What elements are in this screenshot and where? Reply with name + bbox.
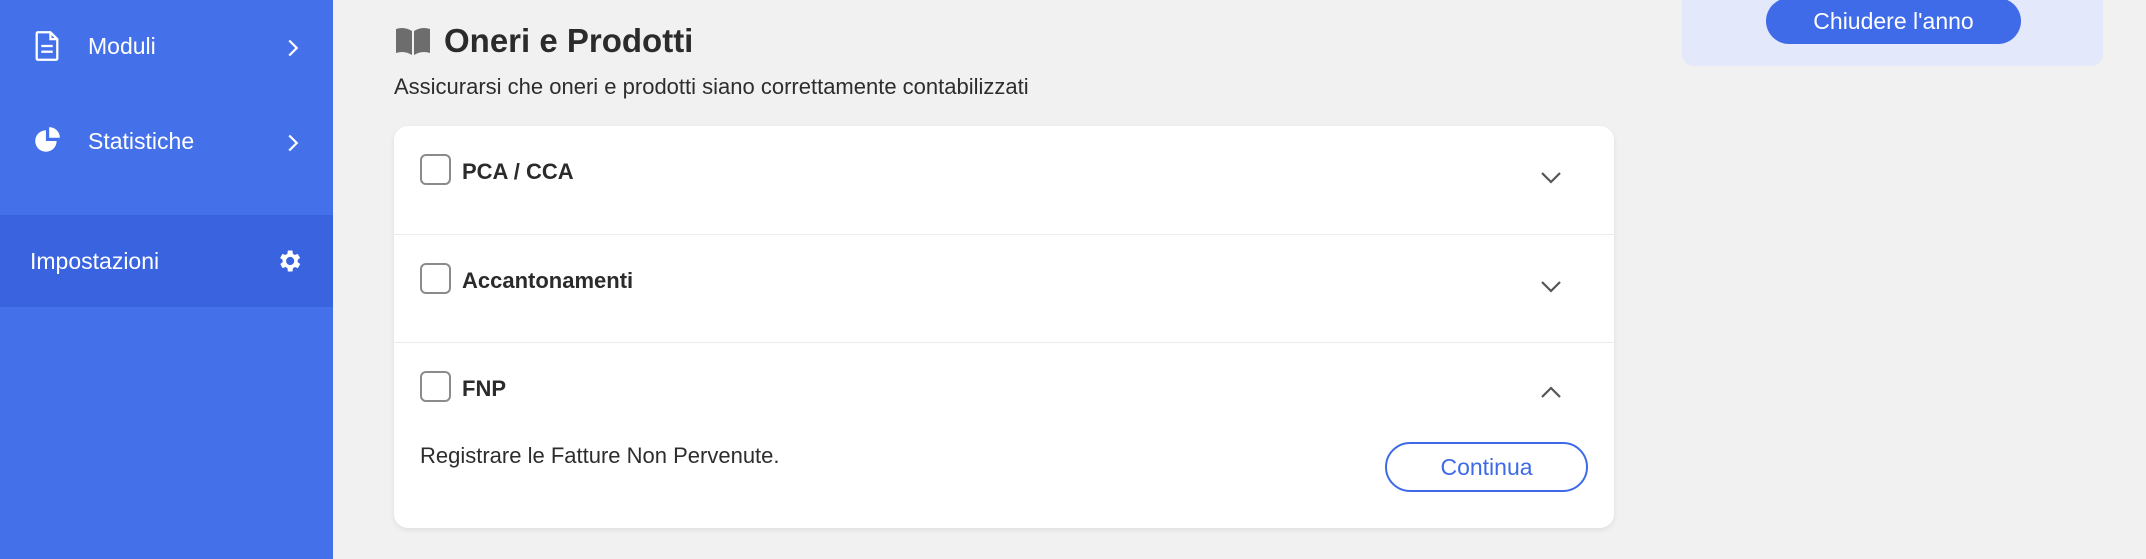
gear-icon[interactable]	[275, 247, 303, 275]
checkbox[interactable]	[420, 371, 451, 402]
sidebar-item-label: Impostazioni	[30, 247, 160, 274]
chevron-right-icon	[288, 39, 299, 57]
checkbox[interactable]	[420, 263, 451, 294]
checklist-card: PCA / CCA Accantonamenti FNP Registrare …	[394, 126, 1614, 528]
pie-chart-icon	[35, 127, 60, 152]
page-subtitle: Assicurarsi che oneri e prodotti siano c…	[394, 74, 1029, 99]
chevron-down-icon[interactable]	[1540, 171, 1562, 185]
checklist-item-label: Accantonamenti	[462, 268, 634, 293]
checkbox[interactable]	[420, 154, 451, 185]
sidebar-item-statistiche[interactable]: Statistiche	[0, 95, 333, 187]
checklist-item-label: FNP	[462, 376, 506, 401]
checklist-item-label: PCA / CCA	[462, 159, 574, 184]
sidebar-item-label: Statistiche	[88, 127, 195, 154]
checklist-item-fnp[interactable]: FNP Registrare le Fatture Non Pervenute.…	[394, 342, 1614, 528]
document-icon	[35, 31, 59, 61]
checklist-item-accantonamenti[interactable]: Accantonamenti	[394, 234, 1614, 342]
sidebar: Moduli Statistiche Impostazioni	[0, 0, 333, 559]
page-title: Oneri e Prodotti	[394, 22, 693, 60]
sidebar-item-impostazioni[interactable]: Impostazioni	[0, 215, 333, 307]
chevron-down-icon[interactable]	[1540, 280, 1562, 294]
chevron-right-icon	[288, 134, 299, 152]
continue-button[interactable]: Continua	[1385, 442, 1588, 492]
close-year-button[interactable]: Chiudere l'anno	[1766, 0, 2021, 44]
sidebar-item-moduli[interactable]: Moduli	[0, 0, 333, 92]
sidebar-item-label: Moduli	[88, 33, 156, 59]
page-title-text: Oneri e Prodotti	[444, 22, 694, 59]
book-icon	[396, 27, 430, 55]
checklist-item-pca-cca[interactable]: PCA / CCA	[394, 126, 1614, 234]
checklist-item-description: Registrare le Fatture Non Pervenute.	[420, 443, 780, 468]
chevron-up-icon[interactable]	[1540, 385, 1562, 399]
